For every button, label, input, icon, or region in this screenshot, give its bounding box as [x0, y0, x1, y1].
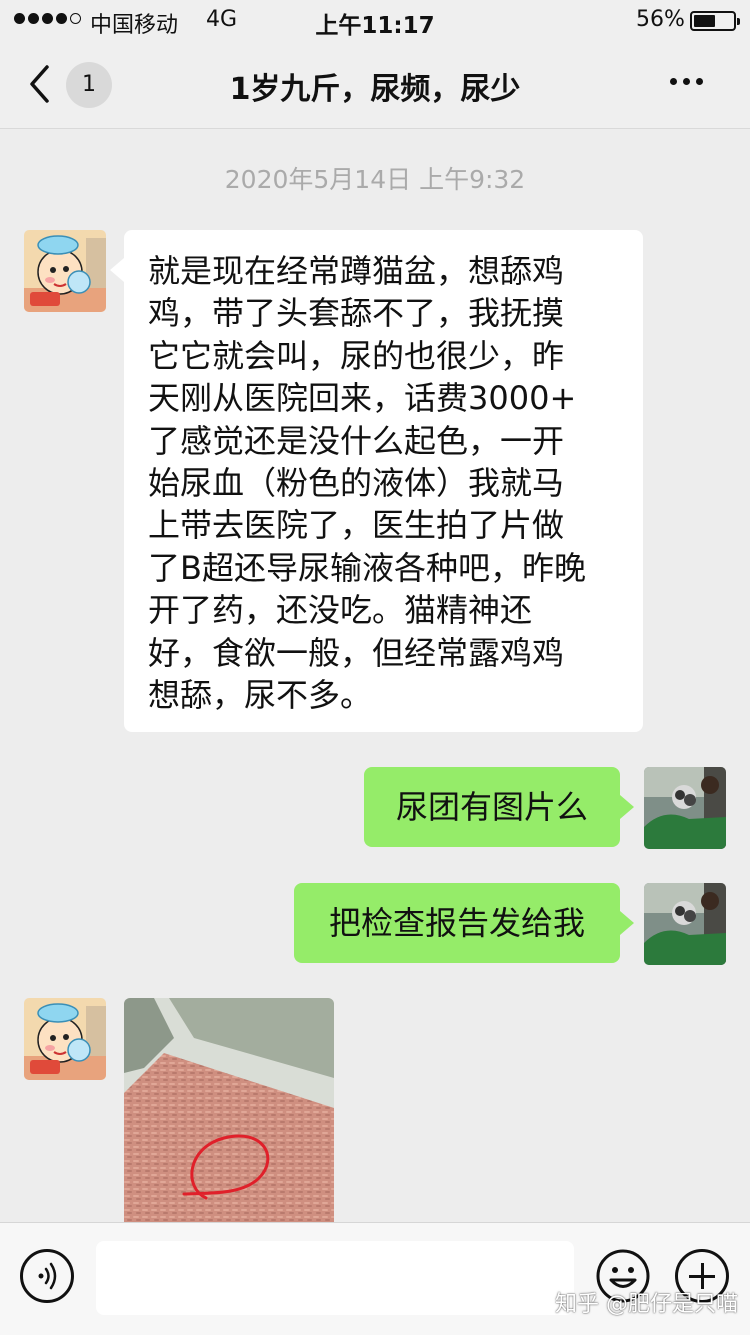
battery-percent: 56% [636, 7, 685, 32]
my-avatar[interactable] [644, 883, 726, 965]
voice-icon[interactable] [20, 1249, 74, 1303]
outgoing-message-bubble[interactable]: 尿团有图片么 [364, 767, 634, 847]
incoming-message-text: 就是现在经常蹲猫盆，想舔鸡 鸡，带了头套舔不了，我抚摸 它它就会叫，尿的也很少，… [148, 252, 586, 715]
image-message[interactable] [124, 998, 334, 1238]
my-avatar[interactable] [644, 767, 726, 849]
message-timestamp: 2020年5月14日 上午9:32 [224, 165, 526, 194]
more-icon[interactable] [670, 78, 703, 85]
sender-avatar[interactable] [24, 998, 106, 1080]
input-bar [0, 1222, 750, 1335]
incoming-message-bubble[interactable]: 就是现在经常蹲猫盆，想舔鸡 鸡，带了头套舔不了，我抚摸 它它就会叫，尿的也很少，… [110, 230, 643, 732]
sender-avatar[interactable] [24, 230, 106, 312]
outgoing-message-text: 尿团有图片么 [395, 788, 588, 826]
battery-icon [690, 11, 740, 31]
status-bar: 中国移动 4G 上午11:17 56% [0, 0, 750, 40]
watermark: 知乎 @肥仔是只喵 [555, 1292, 738, 1317]
outgoing-message-text: 把检查报告发给我 [328, 904, 585, 942]
outgoing-message-bubble[interactable]: 把检查报告发给我 [294, 883, 634, 963]
message-input[interactable] [96, 1241, 574, 1315]
chat-title: 1岁九斤，尿频，尿少 [229, 72, 521, 107]
nav-bar: 1 1岁九斤，尿频，尿少 [0, 40, 750, 129]
